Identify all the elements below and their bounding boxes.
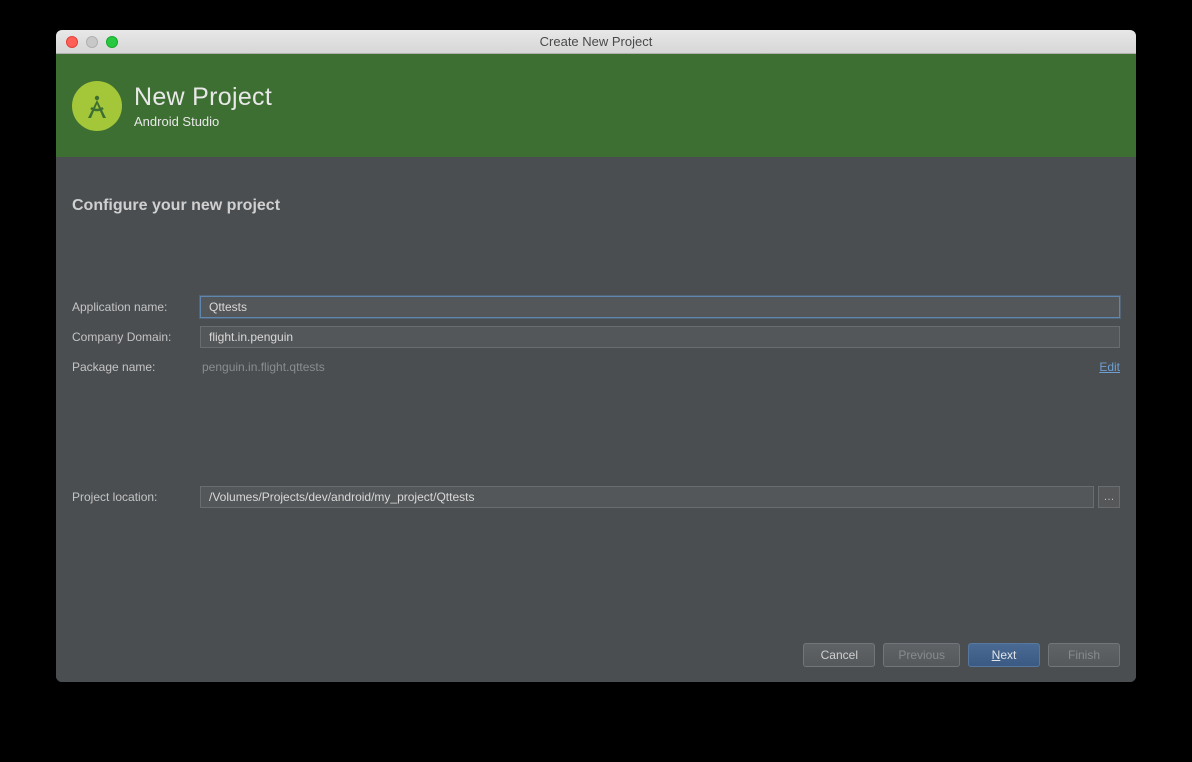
window-controls	[56, 36, 118, 48]
header-text: New Project Android Studio	[134, 83, 272, 129]
edit-package-link[interactable]: Edit	[1099, 360, 1120, 374]
company-domain-label: Company Domain:	[72, 330, 200, 344]
next-button[interactable]: Next	[968, 643, 1040, 667]
package-name-row: Package name: penguin.in.flight.qttests …	[72, 355, 1120, 379]
window-title: Create New Project	[56, 34, 1136, 49]
project-location-row: Project location: …	[72, 485, 1120, 509]
dialog-window: Create New Project New Project Android S…	[56, 30, 1136, 682]
wizard-footer: Cancel Previous Next Finish	[56, 637, 1136, 682]
spacer	[72, 385, 1120, 485]
project-location-label: Project location:	[72, 490, 200, 504]
header-subtitle: Android Studio	[134, 114, 272, 129]
android-studio-icon	[72, 81, 122, 131]
wizard-content: Configure your new project Application n…	[56, 157, 1136, 637]
application-name-input[interactable]	[200, 296, 1120, 318]
wizard-header: New Project Android Studio	[56, 54, 1136, 157]
close-icon[interactable]	[66, 36, 78, 48]
application-name-label: Application name:	[72, 300, 200, 314]
next-rest: ext	[1000, 648, 1016, 662]
cancel-button[interactable]: Cancel	[803, 643, 875, 667]
section-title: Configure your new project	[72, 197, 1120, 215]
maximize-icon[interactable]	[106, 36, 118, 48]
package-name-value: penguin.in.flight.qttests	[200, 357, 1091, 377]
titlebar[interactable]: Create New Project	[56, 30, 1136, 54]
browse-button[interactable]: …	[1098, 486, 1120, 508]
company-domain-row: Company Domain:	[72, 325, 1120, 349]
project-location-input[interactable]	[200, 486, 1094, 508]
package-name-label: Package name:	[72, 360, 200, 374]
ellipsis-icon: …	[1104, 491, 1115, 503]
finish-button: Finish	[1048, 643, 1120, 667]
application-name-row: Application name:	[72, 295, 1120, 319]
previous-button: Previous	[883, 643, 960, 667]
company-domain-input[interactable]	[200, 326, 1120, 348]
minimize-icon	[86, 36, 98, 48]
header-title: New Project	[134, 83, 272, 112]
